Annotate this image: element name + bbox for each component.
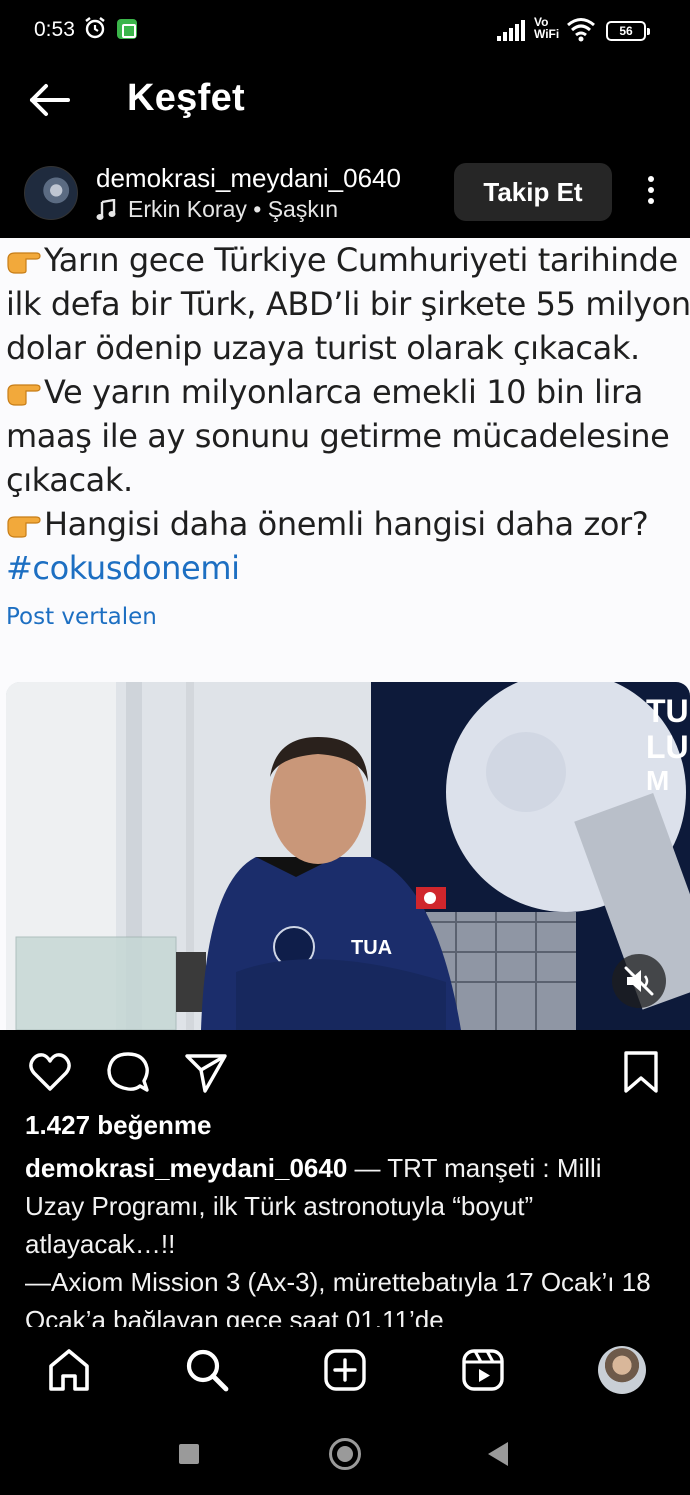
- app-notification-icon: [117, 19, 137, 39]
- tweet-line: maaş ile ay sonunu getirme mücadelesine: [6, 417, 670, 455]
- tweet-text: Yarın gece Türkiye Cumhuriyeti tarihinde…: [6, 238, 690, 590]
- search-icon[interactable]: [183, 1346, 231, 1394]
- tweet-line: Ve yarın milyonlarca emekli 10 bin lira: [6, 370, 686, 414]
- recents-button[interactable]: [179, 1444, 199, 1464]
- tweet-line: Hangisi daha önemli hangisi daha zor?: [6, 502, 686, 546]
- tweet-line: çıkacak.: [6, 461, 133, 499]
- post-username[interactable]: demokrasi_meydani_0640: [96, 163, 401, 194]
- post-actions: [0, 1040, 690, 1104]
- pointing-hand-icon: [7, 516, 41, 538]
- status-time: 0:53: [34, 18, 75, 41]
- home-icon[interactable]: [45, 1346, 93, 1394]
- caption-username[interactable]: demokrasi_meydani_0640: [25, 1153, 347, 1183]
- share-icon[interactable]: [182, 1048, 230, 1096]
- status-bar: 0:53 Vo WiFi 56: [0, 0, 690, 60]
- reels-icon[interactable]: [459, 1346, 507, 1394]
- post-media[interactable]: Yarın gece Türkiye Cumhuriyeti tarihinde…: [0, 238, 690, 1030]
- mute-icon[interactable]: [612, 954, 666, 1008]
- pointing-hand-icon: [7, 252, 41, 274]
- page-title: Keşfet: [127, 77, 245, 119]
- profile-avatar[interactable]: [598, 1346, 646, 1394]
- tweet-line: Yarın gece Türkiye Cumhuriyeti tarihinde: [6, 238, 686, 282]
- follow-button[interactable]: Takip Et: [454, 163, 612, 221]
- back-button[interactable]: [488, 1442, 508, 1466]
- wifi-icon: [567, 18, 595, 42]
- more-vertical-icon[interactable]: [636, 176, 666, 210]
- audio-label: Erkin Koray • Şaşkın: [128, 196, 339, 222]
- arrow-left-icon[interactable]: [26, 78, 72, 122]
- bottom-nav: [0, 1328, 690, 1412]
- svg-text:M: M: [646, 765, 669, 796]
- music-note-icon: [96, 198, 116, 220]
- svg-text:TUA: TUA: [351, 937, 392, 959]
- caption-text-line2: —Axiom Mission 3 (Ax-3), mürettebatıyla …: [25, 1267, 651, 1327]
- create-icon[interactable]: [321, 1346, 369, 1394]
- battery-icon: 56: [606, 21, 650, 41]
- top-header: Keşfet: [0, 60, 690, 140]
- system-navigation: [0, 1412, 690, 1495]
- tweet-hashtag[interactable]: #cokusdonemi: [6, 546, 686, 590]
- pointing-hand-icon: [7, 384, 41, 406]
- vowifi-indicator: Vo WiFi: [534, 15, 560, 41]
- post-header: demokrasi_meydani_0640 Erkin Koray • Şaş…: [0, 150, 690, 236]
- alarm-icon: [85, 17, 105, 39]
- post-audio[interactable]: Erkin Koray • Şaşkın: [96, 196, 338, 223]
- heart-icon[interactable]: [26, 1048, 74, 1096]
- tweet-line: ilk defa bir Türk, ABD’li bir şirkete 55…: [6, 285, 690, 323]
- astronaut-photo: TU LU M TUA: [6, 682, 690, 1030]
- svg-text:TU: TU: [646, 693, 689, 729]
- comment-icon[interactable]: [104, 1048, 152, 1096]
- like-count[interactable]: 1.427 beğenme: [25, 1110, 211, 1141]
- post-author-avatar[interactable]: [24, 166, 78, 220]
- bookmark-icon[interactable]: [617, 1048, 665, 1096]
- signal-icon: [497, 20, 525, 41]
- svg-text:LU: LU: [646, 729, 689, 765]
- translate-link[interactable]: Post vertalen: [6, 604, 157, 630]
- tweet-line: dolar ödenip uzaya turist olarak çıkacak…: [6, 329, 640, 367]
- post-caption: demokrasi_meydani_0640 — TRT manşeti : M…: [25, 1149, 665, 1327]
- home-button[interactable]: [329, 1438, 361, 1470]
